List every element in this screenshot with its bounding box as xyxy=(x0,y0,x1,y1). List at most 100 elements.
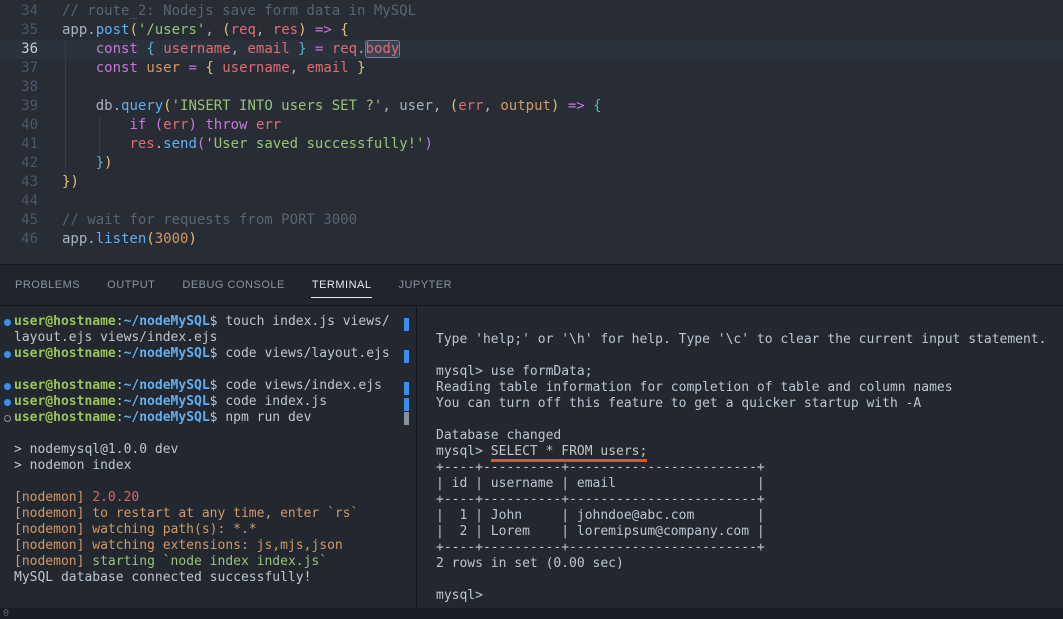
token: } xyxy=(357,60,365,76)
terminal-line: [nodemon] watching path(s): *.* xyxy=(14,522,416,538)
token: listen xyxy=(96,231,147,247)
token: query xyxy=(121,98,163,114)
token: > nodemon index xyxy=(14,458,131,473)
line-number: 34 xyxy=(0,2,38,21)
token: Database changed xyxy=(436,428,561,443)
code-text: app.post('/users', (req, res) => { xyxy=(62,22,349,38)
token: mysql> use formData; xyxy=(436,364,593,379)
token: { xyxy=(146,41,154,57)
token: , xyxy=(231,41,248,57)
tab-problems[interactable]: PROBLEMS xyxy=(14,265,81,305)
token: Reading table information for completion… xyxy=(436,380,953,395)
terminal-line: +----+----------+-----------------------… xyxy=(436,492,1063,508)
code-line[interactable]: 37 const user = { username, email } xyxy=(0,59,1063,78)
terminal-right-pane[interactable]: Type 'help;' or '\h' for help. Type '\c'… xyxy=(417,306,1063,608)
token: => xyxy=(568,98,585,114)
token: [nodemon] to restart at any time, enter … xyxy=(14,506,358,521)
code-line[interactable]: 34// route_2: Nodejs save form data in M… xyxy=(0,2,1063,21)
token: | 1 | John | johndoe@abc.com | xyxy=(436,508,765,523)
overview-ruler-mark xyxy=(404,412,409,425)
terminal-line: user@hostname:~/nodeMySQL$ touch index.j… xyxy=(14,314,416,330)
token xyxy=(62,136,129,152)
token xyxy=(62,155,96,171)
token: ) xyxy=(188,117,196,133)
code-editor[interactable]: 34// route_2: Nodejs save form data in M… xyxy=(0,0,1063,265)
token: ( xyxy=(155,117,163,133)
token: [nodemon] watching extensions: js,mjs,js… xyxy=(14,538,343,553)
tab-label: OUTPUT xyxy=(106,273,156,298)
command-decoration-icon[interactable] xyxy=(4,351,11,358)
token: send xyxy=(163,136,197,152)
code-line[interactable]: 40 if (err) throw err xyxy=(0,116,1063,135)
token xyxy=(62,41,96,57)
token: ( xyxy=(146,231,154,247)
selected-word: body xyxy=(366,41,400,57)
annotated-sql-text: SELECT * FROM users; xyxy=(491,444,648,459)
panel-tabs: PROBLEMS OUTPUT DEBUG CONSOLE TERMINAL JUPYT… xyxy=(0,265,1063,306)
token xyxy=(323,41,331,57)
tab-label: DEBUG CONSOLE xyxy=(181,273,285,298)
editor-lines: 34// route_2: Nodejs save form data in M… xyxy=(0,2,1063,249)
token: 'INSERT INTO users SET ?' xyxy=(172,98,383,114)
tab-output[interactable]: OUTPUT xyxy=(106,265,156,305)
terminal-line: mysql> xyxy=(436,588,1063,604)
command-decoration-icon[interactable] xyxy=(4,319,11,326)
code-line[interactable]: 43}) xyxy=(0,173,1063,192)
token xyxy=(146,117,154,133)
command-decoration-icon[interactable] xyxy=(4,399,11,406)
tab-debug-console[interactable]: DEBUG CONSOLE xyxy=(181,265,285,305)
token: ~/nodeMySQL xyxy=(124,394,210,409)
token: | id | username | email | xyxy=(436,476,765,491)
token: // wait for requests from PORT 3000 xyxy=(62,212,357,228)
line-number: 38 xyxy=(0,78,38,97)
terminal-line: | id | username | email | xyxy=(436,476,1063,492)
token: res xyxy=(129,136,154,152)
line-number: 37 xyxy=(0,59,38,78)
overview-ruler-mark xyxy=(404,398,409,411)
line-number: 36 xyxy=(0,40,38,59)
code-line[interactable]: 42 }) xyxy=(0,154,1063,173)
code-text: }) xyxy=(62,155,113,171)
terminal-line: layout.ejs views/index.ejs xyxy=(14,330,416,346)
token: : xyxy=(116,394,124,409)
token: const xyxy=(96,41,138,57)
token xyxy=(62,98,96,114)
terminal-line: user@hostname:~/nodeMySQL$ code views/la… xyxy=(14,346,416,362)
token: { xyxy=(205,60,213,76)
token: > nodemysql@1.0.0 dev xyxy=(14,442,178,457)
token: ~/nodeMySQL xyxy=(124,314,210,329)
code-line[interactable]: 39 db.query('INSERT INTO users SET ?', u… xyxy=(0,97,1063,116)
terminal-line xyxy=(14,474,416,490)
code-text: // wait for requests from PORT 3000 xyxy=(62,212,357,228)
token: MySQL database connected successfully! xyxy=(14,570,311,585)
terminal-left-pane[interactable]: user@hostname:~/nodeMySQL$ touch index.j… xyxy=(0,306,417,608)
code-line[interactable]: 44 xyxy=(0,192,1063,211)
token xyxy=(559,98,567,114)
terminal-line: | 1 | John | johndoe@abc.com | xyxy=(436,508,1063,524)
line-number: 42 xyxy=(0,154,38,173)
tab-jupyter[interactable]: JUPYTER xyxy=(397,265,453,305)
tab-terminal[interactable]: TERMINAL xyxy=(311,265,373,305)
token: . xyxy=(357,41,365,57)
code-line[interactable]: 35app.post('/users', (req, res) => { xyxy=(0,21,1063,40)
token: | 2 | Lorem | loremipsum@company.com | xyxy=(436,524,765,539)
code-line[interactable]: 41 res.send('User saved successfully!') xyxy=(0,135,1063,154)
terminal-line: Reading table information for completion… xyxy=(436,380,1063,396)
token: [nodemon] watching path(s): *.* xyxy=(14,522,257,537)
bottom-strip: 0 xyxy=(0,608,1063,619)
token xyxy=(62,117,129,133)
line-number: 46 xyxy=(0,230,38,249)
line-number: 45 xyxy=(0,211,38,230)
token: user xyxy=(399,98,433,114)
command-decoration-icon[interactable] xyxy=(4,415,11,422)
token: req xyxy=(332,41,357,57)
command-decoration-icon[interactable] xyxy=(4,383,11,390)
code-line[interactable]: 36 const { username, email } = req.body xyxy=(0,40,1063,59)
token: ) xyxy=(188,231,196,247)
code-line[interactable]: 38 xyxy=(0,78,1063,97)
token: starting `node index index.js` xyxy=(92,554,327,569)
token: 3000 xyxy=(155,231,189,247)
code-line[interactable]: 46app.listen(3000) xyxy=(0,230,1063,249)
code-line[interactable]: 45 // wait for requests from PORT 3000 xyxy=(0,211,1063,230)
line-number: 44 xyxy=(0,192,38,211)
